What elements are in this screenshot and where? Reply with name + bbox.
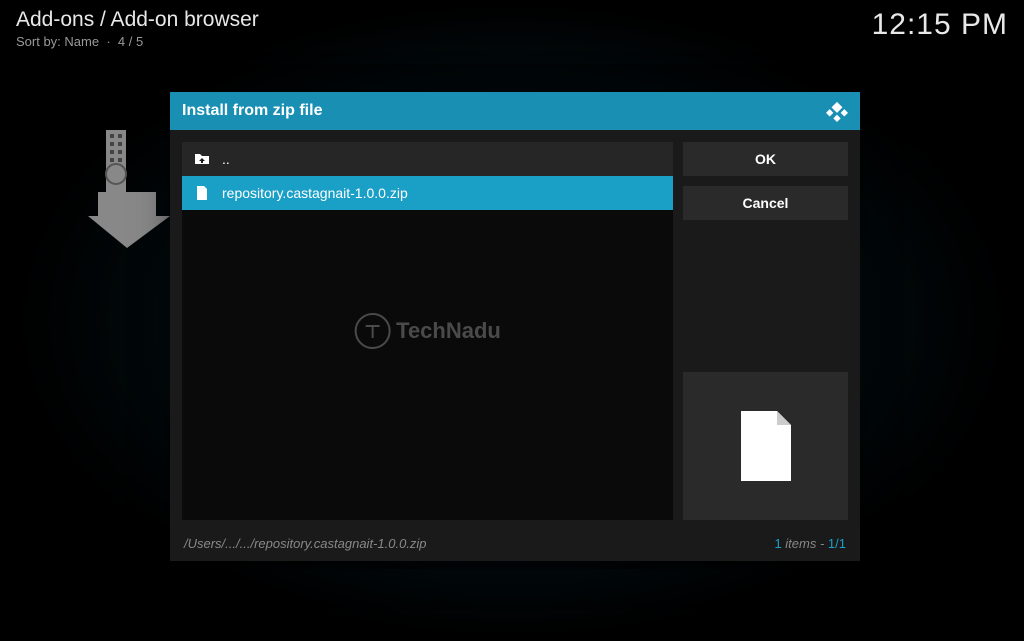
parent-directory-row[interactable]: .. (182, 142, 673, 176)
dialog-footer: /Users/.../.../repository.castagnait-1.0… (170, 532, 860, 561)
file-row[interactable]: repository.castagnait-1.0.0.zip (182, 176, 673, 210)
file-preview-icon (737, 409, 795, 483)
count-number: 1 (774, 536, 781, 551)
watermark-text: TechNadu (396, 318, 501, 344)
dialog-header: Install from zip file (170, 92, 860, 130)
dialog-body: .. repository.castagnait-1.0.0.zip TechN… (170, 130, 860, 532)
folder-up-icon (194, 151, 210, 167)
sort-separator: · (103, 34, 118, 49)
app-header: Add-ons / Add-on browser Sort by: Name ·… (0, 0, 1024, 57)
file-list[interactable]: .. repository.castagnait-1.0.0.zip TechN… (182, 142, 673, 520)
ok-button[interactable]: OK (683, 142, 848, 176)
count-items-word: items - (785, 536, 824, 551)
sort-label: Sort by: Name (16, 34, 99, 49)
technadu-watermark: TechNadu (354, 313, 501, 349)
file-name: repository.castagnait-1.0.0.zip (222, 185, 408, 201)
parent-label: .. (222, 151, 230, 167)
clock: 12:15 PM (872, 8, 1008, 42)
kodi-logo-icon (826, 100, 848, 122)
count-position: 1/1 (828, 536, 846, 551)
header-left: Add-ons / Add-on browser Sort by: Name ·… (16, 8, 259, 49)
dialog-title: Install from zip file (182, 102, 322, 120)
file-preview-pane (683, 372, 848, 520)
cancel-button[interactable]: Cancel (683, 186, 848, 220)
footer-item-count: 1 items - 1/1 (774, 536, 846, 551)
footer-path: /Users/.../.../repository.castagnait-1.0… (184, 536, 427, 551)
sort-position: 4 / 5 (118, 34, 143, 49)
watermark-circle-icon (354, 313, 390, 349)
sort-info: Sort by: Name · 4 / 5 (16, 34, 259, 49)
file-icon (194, 185, 210, 201)
dialog-sidebar: OK Cancel (683, 142, 848, 520)
zipper-download-icon (88, 130, 170, 248)
breadcrumb: Add-ons / Add-on browser (16, 8, 259, 32)
install-zip-dialog: Install from zip file .. repository.cast… (170, 92, 860, 561)
